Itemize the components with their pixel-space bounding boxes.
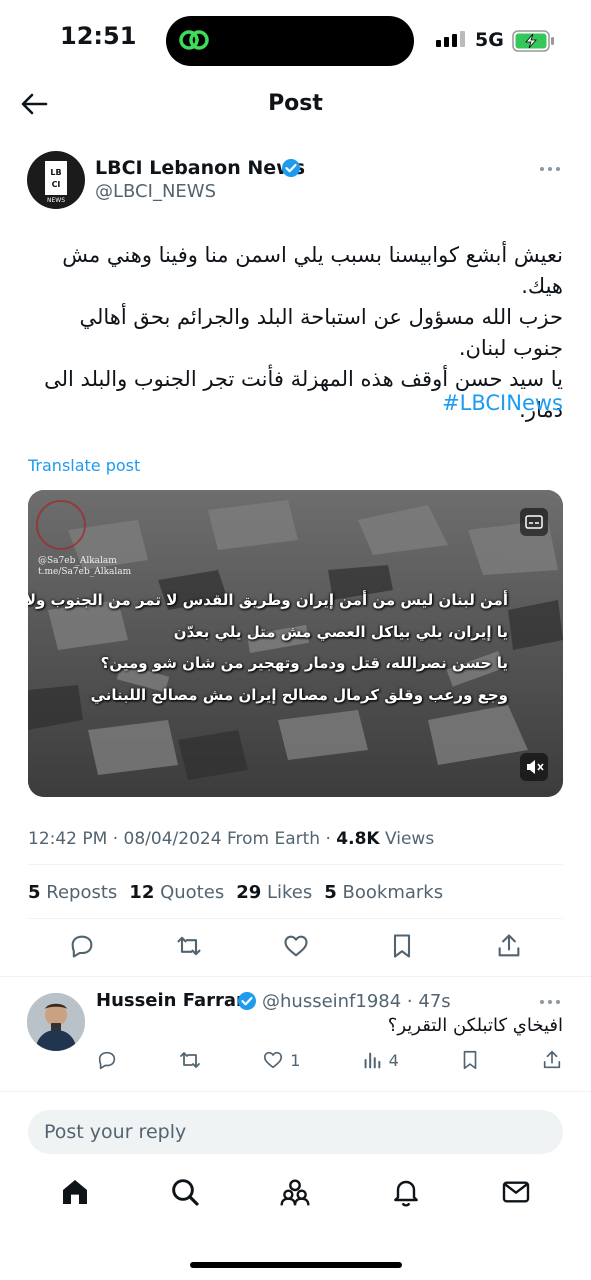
- communities-icon[interactable]: [279, 1176, 311, 1208]
- video-caption-line: يا إيران، يلي بياكل العصي مش متل يلي بعد…: [173, 623, 508, 641]
- hashtag-link[interactable]: #LBCINews: [442, 391, 563, 415]
- stat-reposts[interactable]: 5 Reposts: [28, 882, 117, 903]
- mute-icon[interactable]: [520, 753, 548, 781]
- watermark-logo-icon: [36, 500, 86, 550]
- post-stats: 5 Reposts 12 Quotes 29 Likes 5 Bookmarks: [28, 882, 443, 903]
- home-icon[interactable]: [59, 1176, 91, 1208]
- avatar[interactable]: LB CI NEWS: [27, 151, 85, 209]
- watermark-line: t.me/Sa7eb_Alkalam: [38, 567, 132, 577]
- post-text-line: نعيش أبشع كوابيسنا بسبب يلي اسمن منا وفي…: [62, 243, 563, 298]
- video-caption-line: يا حسن نصرالله، قتل ودمار وتهجير من شان …: [100, 654, 508, 672]
- post-time: 12:42 PM: [28, 829, 108, 849]
- repost-icon[interactable]: [175, 932, 203, 960]
- post-source: From Earth: [226, 829, 321, 849]
- reply-input[interactable]: Post your reply: [28, 1110, 563, 1154]
- like-button[interactable]: 1: [262, 1049, 300, 1071]
- divider: [28, 918, 563, 919]
- notifications-icon[interactable]: [390, 1176, 422, 1208]
- like-count: 1: [290, 1050, 301, 1070]
- watermark-line: @Sa7eb_Alkalam: [38, 556, 117, 566]
- author-handle[interactable]: @LBCI_NEWS: [95, 181, 216, 202]
- share-icon[interactable]: [541, 1049, 563, 1071]
- avatar-sub: NEWS: [47, 197, 65, 204]
- status-time: 12:51: [60, 22, 137, 50]
- post-date: 08/04/2024: [123, 829, 222, 849]
- video-caption-line: أمن لبنان ليس من أمن إيران وطريق القدس ل…: [28, 591, 508, 609]
- views-count: 4: [388, 1050, 399, 1070]
- translate-post-link[interactable]: Translate post: [28, 456, 140, 475]
- divider: [0, 1091, 591, 1092]
- reply-icon[interactable]: [68, 932, 96, 960]
- views-label: Views: [384, 829, 435, 849]
- bottom-tab-bar: [0, 1176, 591, 1208]
- page-title: Post: [268, 91, 323, 116]
- post-action-bar: [28, 932, 563, 960]
- home-indicator: [190, 1262, 402, 1268]
- verified-badge-icon: [237, 991, 257, 1011]
- link-icon: [178, 26, 210, 54]
- stat-likes[interactable]: 29 Likes: [236, 882, 312, 903]
- signal-icon: [436, 31, 465, 47]
- bookmark-icon[interactable]: [388, 932, 416, 960]
- stat-bookmarks[interactable]: 5 Bookmarks: [324, 882, 443, 903]
- bookmark-icon[interactable]: [459, 1049, 481, 1071]
- views-icon: [364, 1052, 380, 1069]
- views-button[interactable]: 4: [361, 1049, 399, 1071]
- more-options-icon[interactable]: [540, 1000, 560, 1004]
- reply-author-name[interactable]: Hussein Farran: [96, 990, 249, 1011]
- like-icon[interactable]: [282, 932, 310, 960]
- reply-action-bar: 1 4: [96, 1048, 563, 1072]
- divider: [28, 864, 563, 865]
- divider: [0, 976, 591, 977]
- stat-quotes[interactable]: 12 Quotes: [129, 882, 224, 903]
- post-text-line: حزب الله مسؤول عن استباحة البلد والجرائم…: [79, 305, 563, 360]
- reply-author-handle[interactable]: @husseinf1984 · 47s: [262, 991, 451, 1012]
- video-caption-line: وجع ورعب وقلق كرمال مصالح إيران مش مصالح…: [90, 686, 508, 704]
- reply-avatar[interactable]: [27, 993, 85, 1051]
- svg-text:LB: LB: [50, 168, 61, 177]
- messages-icon[interactable]: [500, 1176, 532, 1208]
- post-meta: 12:42 PM · 08/04/2024 From Earth · 4.8K …: [28, 829, 435, 849]
- reply-icon[interactable]: [96, 1049, 118, 1071]
- battery-icon: [512, 30, 556, 52]
- share-icon[interactable]: [495, 932, 523, 960]
- view-count: 4.8K: [336, 829, 380, 849]
- post-video[interactable]: @Sa7eb_Alkalam t.me/Sa7eb_Alkalam أمن لب…: [28, 490, 563, 797]
- rubble-background: [28, 490, 563, 797]
- search-icon[interactable]: [169, 1176, 201, 1208]
- reply-text: افيخاي كاتبلكن التقرير؟: [387, 1015, 563, 1036]
- author-name[interactable]: LBCI Lebanon News: [95, 157, 305, 179]
- svg-text:CI: CI: [52, 180, 61, 189]
- like-icon: [264, 1051, 283, 1069]
- verified-badge-icon: [281, 158, 301, 178]
- repost-icon[interactable]: [178, 1048, 202, 1072]
- caption-settings-icon[interactable]: [520, 508, 548, 536]
- more-options-icon[interactable]: [540, 167, 560, 171]
- network-label: 5G: [475, 29, 504, 51]
